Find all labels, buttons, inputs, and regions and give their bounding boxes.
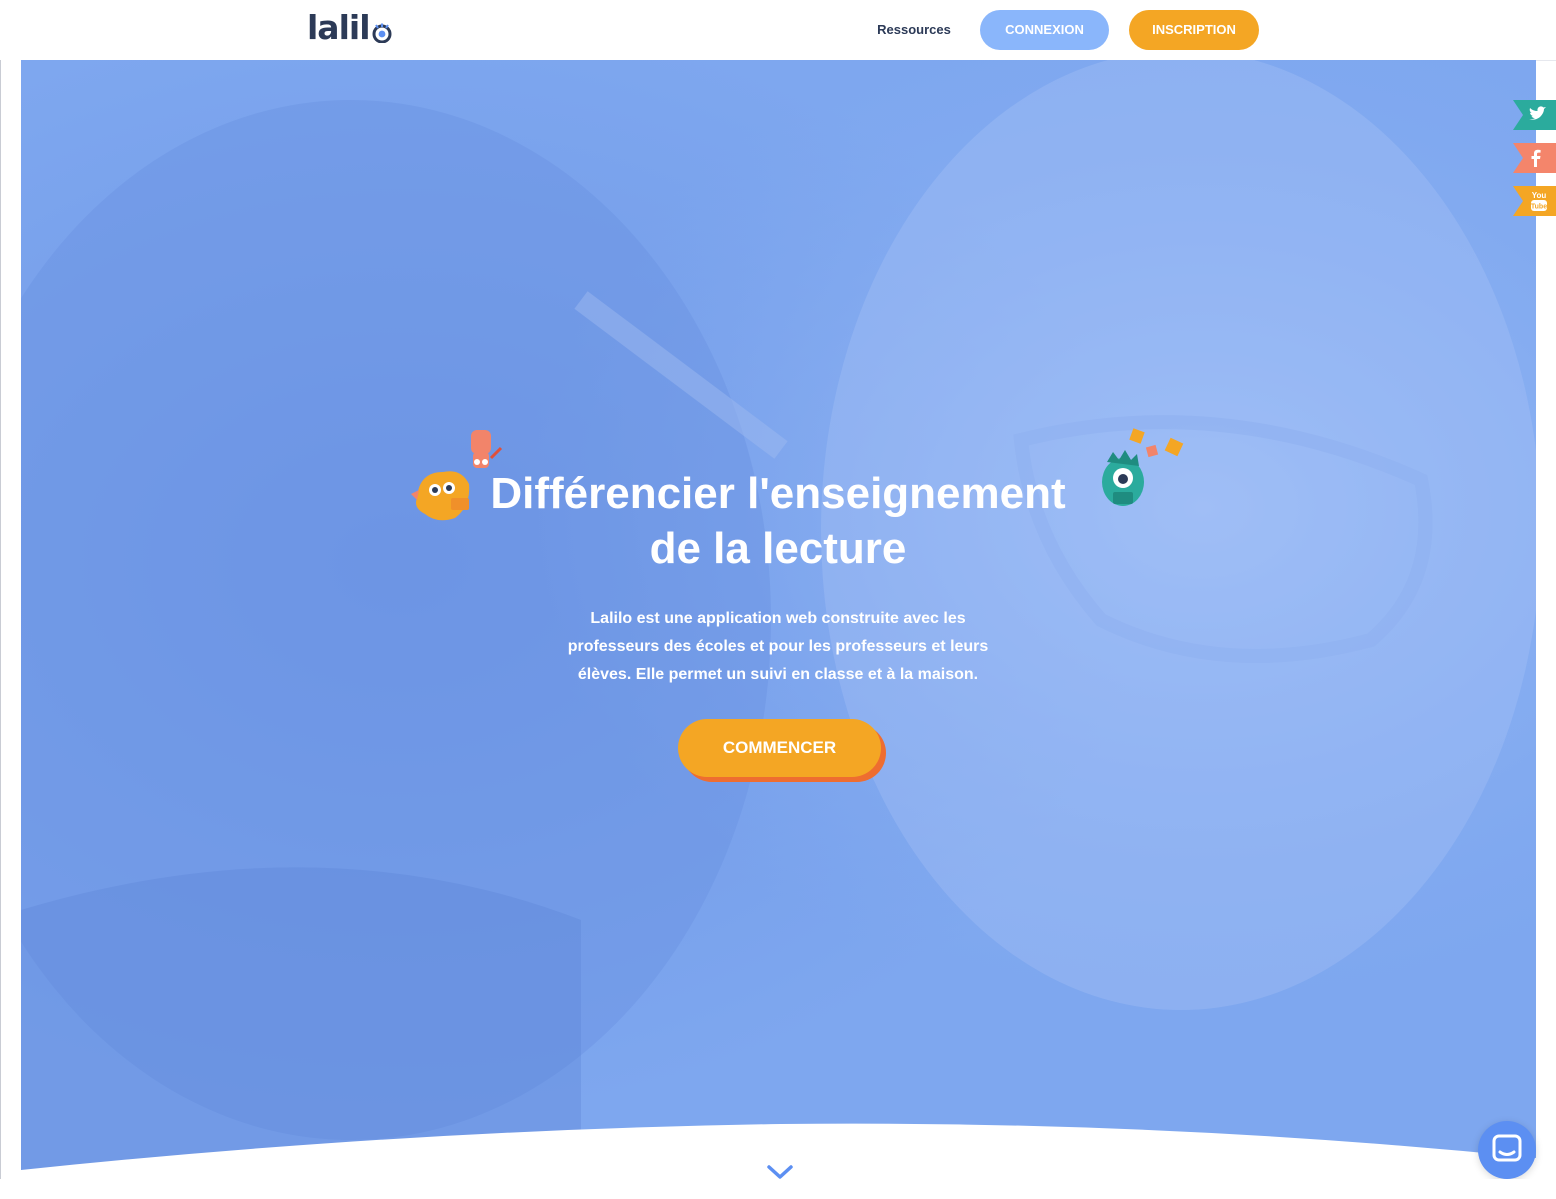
resources-link[interactable]: Ressources: [866, 20, 962, 40]
svg-text:You: You: [1532, 191, 1547, 200]
hero-title-line-1: Différencier l'enseignement: [490, 469, 1066, 518]
hero-title-line-2: de la lecture: [649, 524, 907, 573]
chevron-down-icon[interactable]: [765, 1162, 795, 1179]
eye-logo-icon: [372, 23, 392, 43]
chat-icon: [1492, 1134, 1522, 1162]
hero-section: Différencier l'enseignement de la lectur…: [21, 60, 1536, 1179]
page-bottom-edge: [0, 1179, 1556, 1199]
signup-button[interactable]: INSCRIPTION: [1129, 10, 1259, 50]
svg-text:Tube: Tube: [1531, 204, 1547, 211]
hero-description: Lalilo est une application web construit…: [567, 610, 989, 683]
youtube-icon[interactable]: You Tube: [1513, 186, 1556, 216]
logo-text: lalil: [307, 8, 371, 47]
twitter-icon[interactable]: [1513, 100, 1556, 130]
facebook-icon[interactable]: [1513, 143, 1556, 173]
top-navigation: lalil Ressources CONNEXION INSCRIPTION: [0, 0, 1556, 61]
chat-launcher-button[interactable]: [1478, 1121, 1536, 1179]
start-button[interactable]: COMMENCER: [678, 719, 881, 777]
green-monster-mascot-icon: [1102, 428, 1184, 506]
login-button[interactable]: CONNEXION: [980, 10, 1109, 50]
page-left-edge: [0, 60, 21, 1179]
hero-content: Différencier l'enseignement de la lectur…: [21, 60, 1536, 1179]
hero-title: Différencier l'enseignement de la lectur…: [378, 466, 1178, 576]
lalilo-logo[interactable]: lalil: [307, 10, 392, 46]
